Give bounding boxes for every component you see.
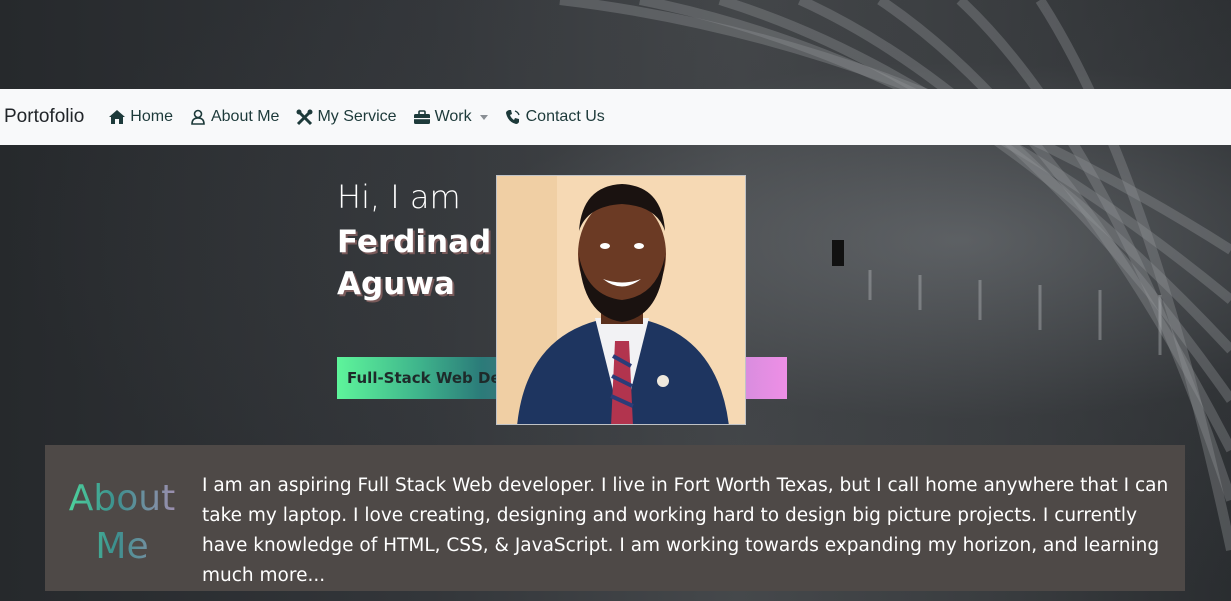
user-icon	[189, 108, 207, 126]
role-text: Full-Stack Web Dev	[347, 369, 511, 387]
about-title-line1: About	[68, 478, 176, 519]
about-description: I am an aspiring Full Stack Web develope…	[202, 475, 1169, 586]
briefcase-icon	[413, 108, 431, 126]
nav-about-me[interactable]: About Me	[189, 108, 279, 126]
chevron-down-icon	[479, 114, 488, 120]
nav-home-label: Home	[130, 108, 173, 125]
home-icon	[108, 108, 126, 126]
nav-my-service[interactable]: My Service	[295, 108, 397, 126]
nav-work-dropdown[interactable]: Work	[413, 108, 488, 126]
about-title-line2: Me	[95, 526, 149, 567]
hero-name: Ferdinad Aguwa	[337, 221, 507, 305]
hero-first-name: Ferdinad	[337, 224, 492, 260]
about-title: About Me	[57, 475, 187, 571]
navbar: Portofolio Home About Me My Service Work…	[0, 89, 1231, 145]
profile-photo	[496, 175, 746, 425]
nav-about-me-label: About Me	[210, 108, 280, 125]
nav-contact-us[interactable]: Contact Us	[504, 108, 605, 126]
about-section: About Me I am an aspiring Full Stack Web…	[45, 445, 1185, 591]
nav-contact-us-label: Contact Us	[525, 108, 605, 125]
hero-last-name: Aguwa	[337, 266, 455, 302]
hero-greeting: Hi, I am	[337, 178, 461, 216]
nav-home[interactable]: Home	[108, 108, 173, 126]
nav-work-label: Work	[434, 108, 472, 125]
portrait-illustration	[497, 176, 745, 424]
brand-link[interactable]: Portofolio	[4, 106, 84, 128]
tools-icon	[295, 108, 313, 126]
nav-my-service-label: My Service	[317, 108, 397, 125]
phone-icon	[504, 108, 522, 126]
